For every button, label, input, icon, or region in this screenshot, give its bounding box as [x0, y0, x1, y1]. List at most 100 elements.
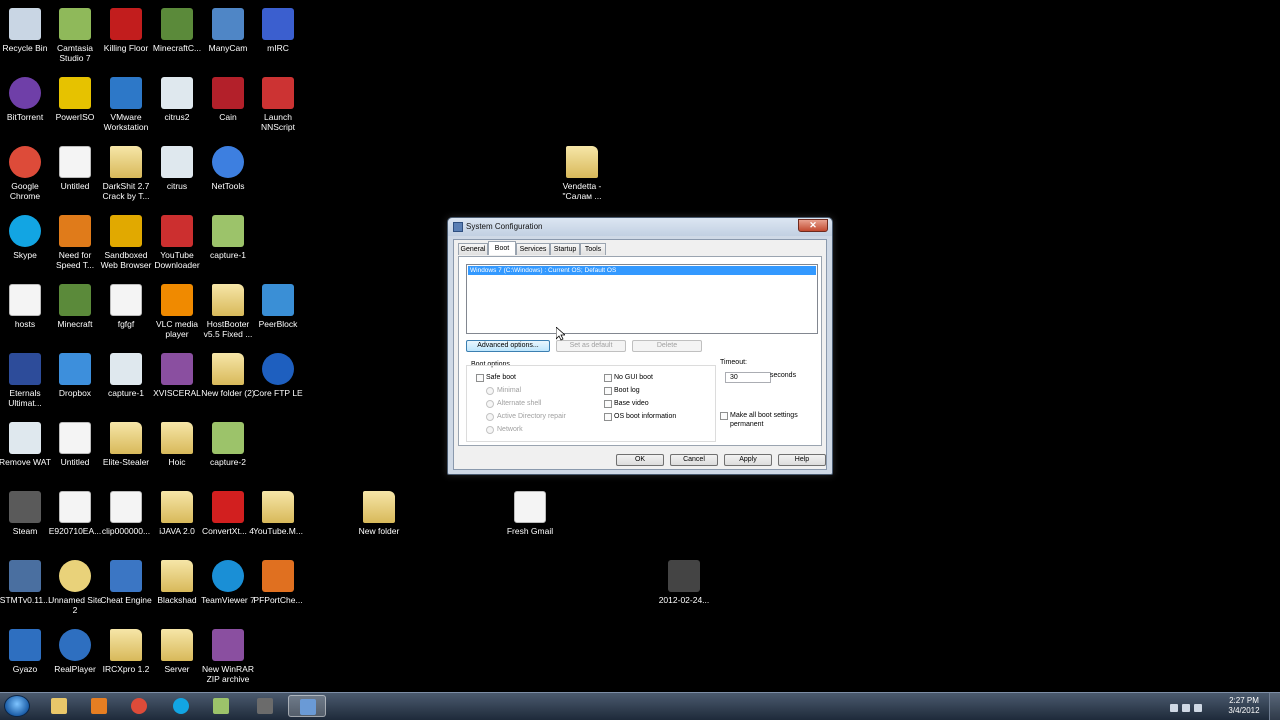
desktop-icon[interactable]: 2012-02-24...	[656, 560, 712, 605]
network-icon[interactable]	[1182, 704, 1190, 712]
desktop-icon[interactable]: Google Chrome	[0, 146, 53, 201]
clock[interactable]: 2:27 PM 3/4/2012	[1226, 696, 1262, 716]
tab-boot[interactable]: Boot	[488, 241, 516, 255]
desktop-icon[interactable]: Recycle Bin	[0, 8, 53, 53]
help-button[interactable]: Help	[778, 454, 826, 466]
desktop-icon[interactable]: Cheat Engine	[98, 560, 154, 605]
set-as-default-button[interactable]: Set as default	[556, 340, 626, 352]
desktop-icon[interactable]: Remove WAT	[0, 422, 53, 467]
desktop-icon[interactable]: Steam	[0, 491, 53, 536]
desktop-icon[interactable]: Need for Speed T...	[47, 215, 103, 270]
desktop-icon[interactable]: Killing Floor	[98, 8, 154, 53]
boot-log-checkbox[interactable]	[604, 387, 612, 395]
desktop-icon[interactable]: BitTorrent	[0, 77, 53, 122]
desktop-icon[interactable]: Eternals Ultimat...	[0, 353, 53, 408]
desktop-icon[interactable]: Vendetta - "Салам ...	[554, 146, 610, 201]
start-button[interactable]	[4, 695, 30, 717]
minimal-radio[interactable]	[486, 387, 494, 395]
desktop-icon[interactable]: fgfgf	[98, 284, 154, 329]
desktop-icon[interactable]: capture-1	[98, 353, 154, 398]
volume-icon[interactable]	[1194, 704, 1202, 712]
tab-general[interactable]: General	[458, 243, 488, 255]
desktop-icon[interactable]: Server	[149, 629, 205, 674]
desktop-icon[interactable]: YouTube Downloader	[149, 215, 205, 270]
timeout-input[interactable]: 30	[725, 372, 771, 383]
desktop-icon[interactable]: DarkShit 2.7 Crack by T...	[98, 146, 154, 201]
desktop-icon[interactable]: New folder	[351, 491, 407, 536]
desktop-icon[interactable]: Blackshad	[149, 560, 205, 605]
taskbar-button[interactable]	[202, 695, 240, 717]
desktop-icon[interactable]: Core FTP LE	[250, 353, 306, 398]
safe-boot-checkbox[interactable]	[476, 374, 484, 382]
desktop-icon[interactable]: Untitled	[47, 422, 103, 467]
taskbar-button[interactable]	[246, 695, 284, 717]
desktop-icon[interactable]: Elite-Stealer	[98, 422, 154, 467]
ok-button[interactable]: OK	[616, 454, 664, 466]
close-button[interactable]: ✕	[798, 219, 828, 232]
desktop-icon[interactable]: Fresh Gmail	[502, 491, 558, 536]
desktop-icon[interactable]: New WinRAR ZIP archive	[200, 629, 256, 684]
taskbar-button[interactable]	[80, 695, 118, 717]
taskbar-button[interactable]	[40, 695, 78, 717]
apply-button[interactable]: Apply	[724, 454, 772, 466]
desktop-icon[interactable]: PeerBlock	[250, 284, 306, 329]
desktop-icon[interactable]: Skype	[0, 215, 53, 260]
desktop-icon[interactable]: ManyCam	[200, 8, 256, 53]
desktop-icon[interactable]: YouTube.M...	[250, 491, 306, 536]
taskbar-button[interactable]	[288, 695, 326, 717]
desktop-icon[interactable]: Sandboxed Web Browser	[98, 215, 154, 270]
make-permanent-checkbox[interactable]	[720, 412, 728, 420]
notification-area[interactable]	[1170, 699, 1222, 713]
desktop-icon[interactable]: NetTools	[200, 146, 256, 191]
alternate-shell-radio[interactable]	[486, 400, 494, 408]
no-gui-boot-checkbox[interactable]	[604, 374, 612, 382]
desktop-icon[interactable]: Cain	[200, 77, 256, 122]
desktop-icon[interactable]: VMware Workstation	[98, 77, 154, 132]
base-video-checkbox[interactable]	[604, 400, 612, 408]
taskbar-button[interactable]	[162, 695, 200, 717]
desktop-icon[interactable]: E920710EA...	[47, 491, 103, 536]
desktop-icon[interactable]: MinecraftC...	[149, 8, 205, 53]
flag-icon[interactable]	[1170, 704, 1178, 712]
desktop-icon[interactable]: capture-2	[200, 422, 256, 467]
desktop-icon[interactable]: TeamViewer 7	[200, 560, 256, 605]
desktop-icon[interactable]: Camtasia Studio 7	[47, 8, 103, 63]
tab-tools[interactable]: Tools	[580, 243, 606, 255]
desktop-icon[interactable]: citrus	[149, 146, 205, 191]
desktop-icon[interactable]: citrus2	[149, 77, 205, 122]
desktop-icon[interactable]: Dropbox	[47, 353, 103, 398]
desktop-icon[interactable]: XVISCERAL	[149, 353, 205, 398]
network-radio[interactable]	[486, 426, 494, 434]
desktop-icon[interactable]: hosts	[0, 284, 53, 329]
desktop-icon[interactable]: Unnamed Site 2	[47, 560, 103, 615]
delete-button[interactable]: Delete	[632, 340, 702, 352]
desktop-icon[interactable]: New folder (2)	[200, 353, 256, 398]
desktop-icon[interactable]: IRCXpro 1.2	[98, 629, 154, 674]
desktop-icon[interactable]: RealPlayer	[47, 629, 103, 674]
desktop-icon[interactable]: Gyazo	[0, 629, 53, 674]
desktop-icon[interactable]: capture-1	[200, 215, 256, 260]
os-list[interactable]: Windows 7 (C:\Windows) : Current OS; Def…	[466, 264, 818, 334]
desktop-icon[interactable]: PFPortChe...	[250, 560, 306, 605]
desktop-icon[interactable]: ConvertXt... 4	[200, 491, 256, 536]
advanced-options-button[interactable]: Advanced options...	[466, 340, 550, 352]
show-desktop-button[interactable]	[1269, 693, 1280, 720]
desktop-icon[interactable]: HostBooter v5.5 Fixed ...	[200, 284, 256, 339]
os-list-item[interactable]: Windows 7 (C:\Windows) : Current OS; Def…	[468, 266, 816, 275]
active-directory-repair-radio[interactable]	[486, 413, 494, 421]
cancel-button[interactable]: Cancel	[670, 454, 718, 466]
desktop-icon[interactable]: Minecraft	[47, 284, 103, 329]
desktop-icon[interactable]: mIRC	[250, 8, 306, 53]
desktop-icon[interactable]: STMTv0.11...	[0, 560, 53, 605]
desktop-icon[interactable]: PowerISO	[47, 77, 103, 122]
tab-services[interactable]: Services	[516, 243, 550, 255]
desktop-icon[interactable]: Untitled	[47, 146, 103, 191]
os-boot-information-checkbox[interactable]	[604, 413, 612, 421]
title-bar[interactable]: System Configuration ✕	[448, 218, 832, 236]
desktop-icon[interactable]: iJAVA 2.0	[149, 491, 205, 536]
taskbar-button[interactable]	[120, 695, 158, 717]
desktop-icon[interactable]: Hoic	[149, 422, 205, 467]
desktop-icon[interactable]: VLC media player	[149, 284, 205, 339]
desktop-icon[interactable]: Launch NNScript	[250, 77, 306, 132]
desktop-icon[interactable]: clip000000...	[98, 491, 154, 536]
